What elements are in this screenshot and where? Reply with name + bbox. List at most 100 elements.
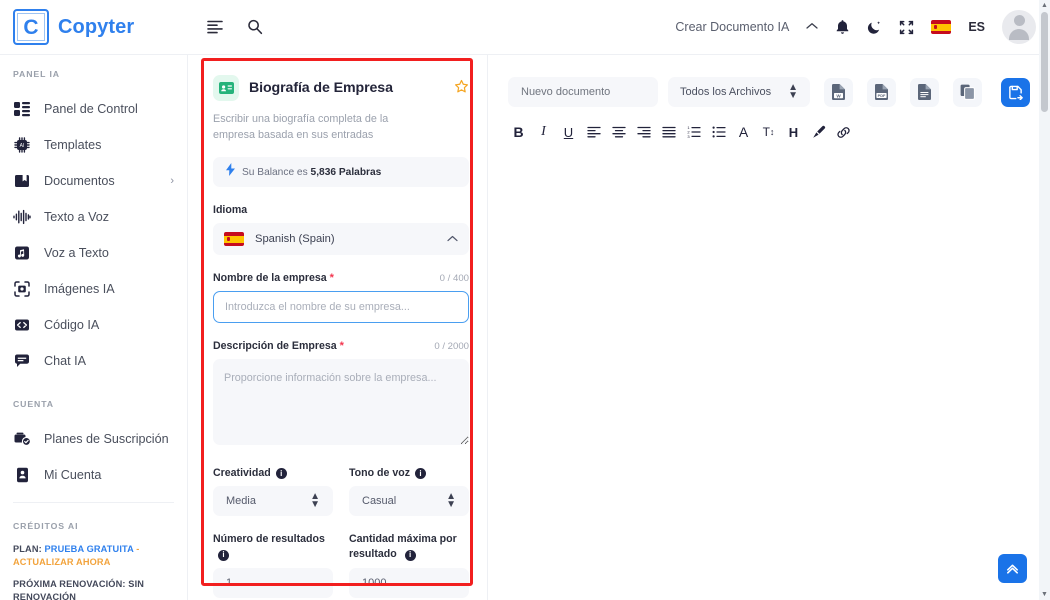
editor-content-area[interactable] <box>488 175 1039 600</box>
highlight-brush-icon[interactable] <box>806 121 831 143</box>
moon-icon[interactable] <box>867 20 882 35</box>
ai-chip-icon: AI <box>13 136 31 154</box>
heading-icon[interactable]: H <box>781 121 806 143</box>
editor-panel: Todos los Archivos ▲▼ W PDF <box>488 55 1050 600</box>
chevron-updown-icon: ▲ ▼ <box>446 490 456 511</box>
description-char-count: 0 / 2000 <box>434 340 469 352</box>
sidebar-section-panel: PANEL IA <box>13 69 60 79</box>
balance-text: Su Balance es 5,836 Palabras <box>242 167 381 178</box>
link-icon[interactable] <box>831 121 856 143</box>
max-amount-value: 1000 <box>362 576 387 589</box>
app-root: C Copyter Crear Documento IA ES PANEL IA… <box>0 0 1050 600</box>
align-justify-icon[interactable] <box>656 121 681 143</box>
sidebar-item-codigo-ia[interactable]: Código IA <box>0 307 187 343</box>
file-filter-select[interactable]: Todos los Archivos ▲ ▼ <box>668 77 810 107</box>
plan-upgrade-link[interactable]: ACTUALIZAR AHORA <box>13 557 111 567</box>
spain-flag-icon <box>224 232 244 247</box>
plan-line: PLAN: PRUEBA GRATUITA - ACTUALIZAR AHORA <box>13 543 174 570</box>
align-left-icon[interactable] <box>581 121 606 143</box>
search-icon[interactable] <box>247 19 263 35</box>
info-icon[interactable]: i <box>218 549 229 561</box>
export-word-button[interactable]: W <box>824 77 853 107</box>
required-asterisk: * <box>339 340 344 353</box>
editor-format-toolbar: B I U 123 A T ↕ H <box>488 107 1050 143</box>
align-right-icon[interactable] <box>631 121 656 143</box>
save-button[interactable] <box>1001 77 1030 107</box>
company-description-textarea[interactable] <box>213 359 469 446</box>
fullscreen-icon[interactable] <box>899 20 914 35</box>
info-icon[interactable]: i <box>404 549 416 561</box>
scroll-to-top-button[interactable] <box>998 554 1027 583</box>
sidebar-item-chat-ia[interactable]: Chat IA <box>0 343 187 379</box>
italic-icon[interactable]: I <box>531 121 556 143</box>
company-name-input[interactable] <box>213 291 469 324</box>
bell-icon[interactable] <box>835 19 850 35</box>
page-scrollbar[interactable]: ▲ ▼ <box>1039 0 1050 600</box>
max-amount-input[interactable]: 1000 <box>349 567 469 598</box>
plan-prefix: PLAN: <box>13 544 42 554</box>
avatar[interactable] <box>1002 10 1036 44</box>
sidebar-item-imagenes-ia[interactable]: Imágenes IA <box>0 271 187 307</box>
sidebar-item-label: Código IA <box>44 318 100 332</box>
star-icon[interactable] <box>454 79 469 98</box>
navbar-right: Crear Documento IA ES <box>675 10 1050 44</box>
sidebar: PANEL IA Panel de Control AI Templates D… <box>0 55 188 600</box>
credits-block: PLAN: PRUEBA GRATUITA - ACTUALIZAR AHORA… <box>0 543 187 600</box>
sidebar-item-label: Panel de Control <box>44 102 138 116</box>
company-name-label: Nombre de la empresa * 0 / 400 <box>213 272 469 285</box>
export-text-button[interactable] <box>910 77 939 107</box>
scroll-down-arrow[interactable]: ▼ <box>1039 589 1050 600</box>
top-navbar: C Copyter Crear Documento IA ES <box>0 0 1050 55</box>
company-description-label: Descripción de Empresa * 0 / 2000 <box>213 340 469 353</box>
tone-label: Tono de voz i <box>349 467 469 479</box>
sidebar-item-label: Mi Cuenta <box>44 468 102 482</box>
camera-frame-icon <box>13 280 31 298</box>
sidebar-item-label: Planes de Suscripción <box>44 432 169 446</box>
brand-logo[interactable]: C Copyter <box>0 9 188 45</box>
info-icon[interactable]: i <box>415 467 427 479</box>
tone-value: Casual <box>362 495 397 508</box>
menu-icon[interactable] <box>207 20 224 34</box>
sidebar-item-label: Documentos <box>44 174 115 188</box>
creativity-label: Creatividad i <box>213 467 333 479</box>
copy-button[interactable] <box>953 77 982 107</box>
account-card-icon <box>13 466 31 484</box>
sidebar-item-mi-cuenta[interactable]: Mi Cuenta <box>0 457 187 493</box>
creativity-select[interactable]: Media ▲ ▼ <box>213 486 333 517</box>
renewal-line: PRÓXIMA RENOVACIÓN: SIN RENOVACIÓN <box>13 578 145 600</box>
max-amount-label: Cantidad máxima por resultado i <box>349 533 457 561</box>
bold-icon[interactable]: B <box>506 121 531 143</box>
bookmark-folder-icon <box>13 172 31 190</box>
sidebar-item-planes-de-suscripcion[interactable]: Planes de Suscripción <box>0 421 187 457</box>
scroll-up-arrow[interactable]: ▲ <box>1039 0 1050 11</box>
sidebar-item-templates[interactable]: AI Templates <box>0 127 187 163</box>
chevron-up-icon[interactable] <box>806 21 818 33</box>
align-center-icon[interactable] <box>606 121 631 143</box>
sidebar-item-voz-a-texto[interactable]: Voz a Texto <box>0 235 187 271</box>
export-pdf-button[interactable]: PDF <box>867 77 896 107</box>
underline-icon[interactable]: U <box>556 121 581 143</box>
plan-value[interactable]: PRUEBA GRATUITA <box>45 544 134 554</box>
sidebar-item-label: Texto a Voz <box>44 210 110 224</box>
sidebar-item-label: Chat IA <box>44 354 86 368</box>
creativity-tone-row: Creatividad i Media ▲ ▼ Tono de voz i Ca… <box>213 450 469 517</box>
scroll-thumb[interactable] <box>1041 12 1048 112</box>
bullet-list-icon[interactable] <box>706 121 731 143</box>
tone-select[interactable]: Casual ▲ ▼ <box>349 486 469 517</box>
font-color-icon[interactable]: A <box>731 121 756 143</box>
sidebar-section-account: CUENTA <box>13 399 54 409</box>
plan-separator: - <box>136 544 140 554</box>
ordered-list-icon[interactable]: 123 <box>681 121 706 143</box>
info-icon[interactable]: i <box>275 467 287 479</box>
navbar-left-icons <box>188 19 263 35</box>
language-code[interactable]: ES <box>968 20 985 34</box>
document-name-input[interactable] <box>508 77 658 107</box>
create-document-link[interactable]: Crear Documento IA <box>675 20 789 34</box>
sidebar-item-texto-a-voz[interactable]: Texto a Voz <box>0 199 187 235</box>
results-count-input[interactable]: 1 <box>213 567 333 598</box>
language-label: Idioma <box>213 204 248 217</box>
font-size-icon[interactable]: T ↕ <box>756 121 781 143</box>
sidebar-item-panel-de-control[interactable]: Panel de Control <box>0 91 187 127</box>
language-select[interactable]: Spanish (Spain) <box>213 223 469 256</box>
sidebar-item-documentos[interactable]: Documentos › <box>0 163 187 199</box>
